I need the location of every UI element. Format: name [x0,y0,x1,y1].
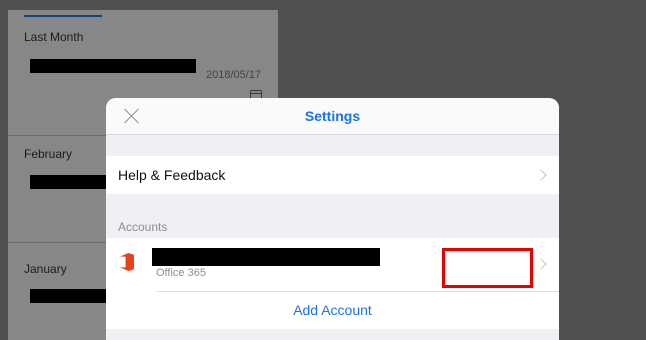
settings-modal: Settings Help & Feedback Accounts Office… [106,98,559,340]
modal-header: Settings [106,98,559,135]
highlight-box [442,248,533,288]
add-account-row[interactable]: Add Account [106,291,559,329]
divider [156,291,559,292]
add-account-button[interactable]: Add Account [106,302,559,318]
account-type: Office 365 [156,267,206,279]
help-feedback-label: Help & Feedback [118,167,226,183]
accounts-header: Accounts [118,220,168,234]
chevron-right-icon [535,258,547,270]
office-icon [120,253,134,271]
modal-title: Settings [304,108,361,124]
help-feedback-row[interactable]: Help & Feedback [106,156,559,194]
chevron-right-icon [535,169,547,181]
redacted-account-name [152,248,380,266]
